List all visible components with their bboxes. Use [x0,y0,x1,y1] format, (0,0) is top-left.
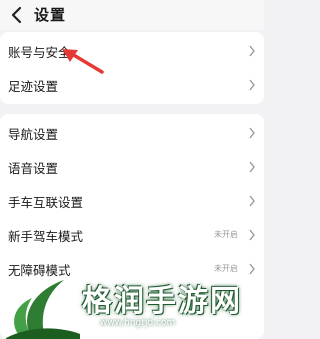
settings-item-label: 手车互联设置 [8,195,84,210]
settings-item-novice-mode[interactable]: 新手驾车模式 未开启 [0,218,264,252]
status-text: 未开启 [214,230,238,239]
chevron-right-icon [249,79,255,91]
red-arrow-icon [62,49,104,74]
settings-group-account: 账号与安全 足迹设置 [0,32,264,104]
settings-item-label: 导航设置 [8,127,59,142]
chevron-right-icon [249,127,255,139]
settings-item-label: 足迹设置 [8,79,59,94]
settings-item-account-security[interactable]: 账号与安全 [0,34,264,68]
watermark-logo-icon [6,280,80,339]
chevron-right-icon [249,229,255,241]
page-title: 设置 [34,6,67,24]
chevron-right-icon [249,195,255,207]
watermark-url: www.hngrjd.com [100,318,176,328]
watermark-text: 格润手游网 [82,284,242,319]
settings-item-label: 语音设置 [8,161,59,176]
header-bar: 设置 [0,0,264,30]
chevron-right-icon [249,161,255,173]
chevron-right-icon [249,45,255,57]
settings-item-navigation[interactable]: 导航设置 [0,116,264,150]
settings-item-footprint[interactable]: 足迹设置 [0,68,264,102]
settings-item-car-link[interactable]: 手车互联设置 [0,184,264,218]
settings-item-voice[interactable]: 语音设置 [0,150,264,184]
chevron-left-icon[interactable] [8,5,26,25]
settings-item-label: 新手驾车模式 [8,229,84,244]
watermark: 格润手游网 www.hngrjd.com [0,272,264,339]
